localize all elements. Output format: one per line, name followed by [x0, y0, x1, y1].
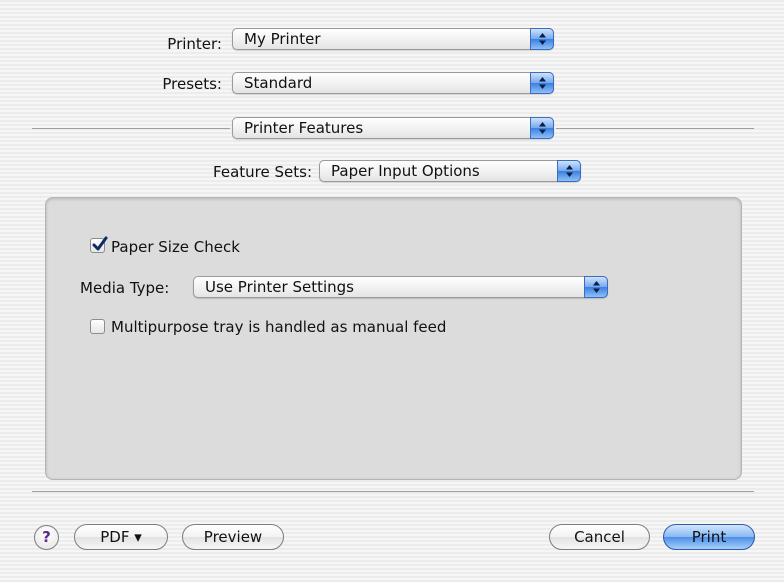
- updown-arrows-icon: [530, 28, 554, 50]
- media-type-value: Use Printer Settings: [205, 278, 354, 296]
- paper-size-check-label[interactable]: Paper Size Check: [111, 236, 240, 258]
- footer-separator: [32, 491, 754, 492]
- printer-popup[interactable]: My Printer: [232, 28, 554, 50]
- pane-value: Printer Features: [244, 119, 364, 137]
- separator-right: [556, 128, 754, 129]
- updown-arrows-icon: [584, 276, 608, 298]
- pane-popup[interactable]: Printer Features: [232, 117, 554, 139]
- presets-value: Standard: [244, 74, 313, 92]
- pdf-button[interactable]: PDF ▾: [74, 524, 168, 550]
- print-button[interactable]: Print: [663, 524, 755, 550]
- feature-sets-value: Paper Input Options: [331, 162, 480, 180]
- paper-size-check-checkbox[interactable]: [90, 236, 108, 253]
- multipurpose-tray-checkbox[interactable]: [90, 319, 105, 334]
- multipurpose-tray-label[interactable]: Multipurpose tray is handled as manual f…: [111, 316, 446, 338]
- media-type-popup[interactable]: Use Printer Settings: [193, 276, 608, 298]
- help-icon[interactable]: ?: [34, 525, 59, 550]
- feature-sets-label: Feature Sets:: [213, 163, 312, 181]
- separator-left: [32, 128, 230, 129]
- presets-popup[interactable]: Standard: [232, 72, 554, 94]
- updown-arrows-icon: [530, 72, 554, 94]
- printer-value: My Printer: [244, 30, 321, 48]
- updown-arrows-icon: [530, 117, 554, 139]
- checkmark-icon: [92, 236, 108, 251]
- printer-label: Printer:: [167, 35, 222, 53]
- updown-arrows-icon: [557, 160, 581, 182]
- presets-label: Presets:: [162, 75, 222, 93]
- preview-button[interactable]: Preview: [182, 524, 284, 550]
- media-type-label: Media Type:: [80, 279, 170, 297]
- cancel-button[interactable]: Cancel: [549, 524, 650, 550]
- feature-sets-popup[interactable]: Paper Input Options: [319, 160, 581, 182]
